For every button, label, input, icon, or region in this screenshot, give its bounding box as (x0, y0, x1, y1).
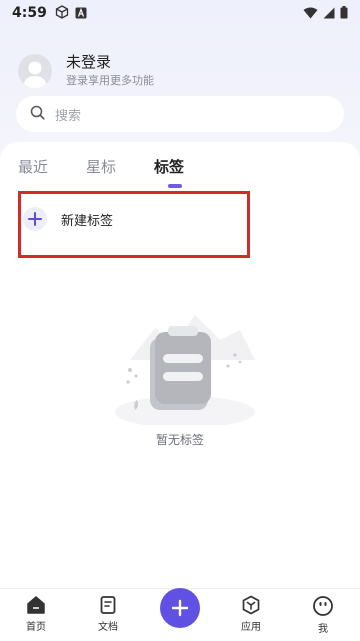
tab-tags[interactable]: 标签 (154, 157, 184, 187)
nav-apps[interactable]: 应用 (226, 595, 276, 634)
font-icon (75, 4, 87, 23)
new-tag-button[interactable]: 新建标签 (23, 207, 113, 231)
nav-me[interactable]: 我 (298, 595, 348, 636)
package-icon (55, 4, 69, 23)
home-icon (26, 595, 46, 619)
nav-docs-label: 文档 (98, 622, 118, 633)
nav-home-label: 首页 (26, 622, 46, 633)
plus-icon (171, 599, 189, 617)
new-tag-label: 新建标签 (61, 213, 114, 229)
nav-apps-label: 应用 (241, 622, 261, 633)
battery-icon (340, 4, 348, 23)
wifi-icon (303, 4, 318, 23)
avatar[interactable] (18, 54, 52, 88)
tab-bar: 最近 星标 标签 (18, 157, 222, 187)
nav-home[interactable]: 首页 (11, 595, 61, 634)
search-input[interactable]: 搜索 (16, 96, 344, 132)
create-button[interactable] (160, 588, 200, 628)
tab-indicator (168, 184, 182, 188)
status-time: 4:59 (12, 5, 47, 21)
nav-docs[interactable]: 文档 (83, 595, 133, 634)
empty-state-text: 暂无标签 (155, 433, 204, 447)
status-bar: 4:59 (0, 0, 360, 26)
search-placeholder: 搜索 (55, 108, 82, 124)
user-name[interactable]: 未登录 (66, 53, 154, 71)
search-icon (30, 105, 45, 124)
tab-starred[interactable]: 星标 (86, 157, 116, 187)
empty-illustration (100, 300, 270, 450)
signal-icon (323, 4, 335, 23)
apps-icon (241, 595, 261, 619)
user-login-row[interactable]: 未登录 登录享用更多功能 (18, 52, 154, 90)
nav-me-label: 我 (318, 624, 328, 635)
plus-icon (23, 207, 47, 231)
tab-recent[interactable]: 最近 (18, 157, 48, 187)
user-subtitle: 登录享用更多功能 (66, 74, 154, 87)
document-icon (98, 595, 118, 619)
smiley-icon (312, 595, 334, 621)
user-placeholder-icon (23, 61, 47, 88)
